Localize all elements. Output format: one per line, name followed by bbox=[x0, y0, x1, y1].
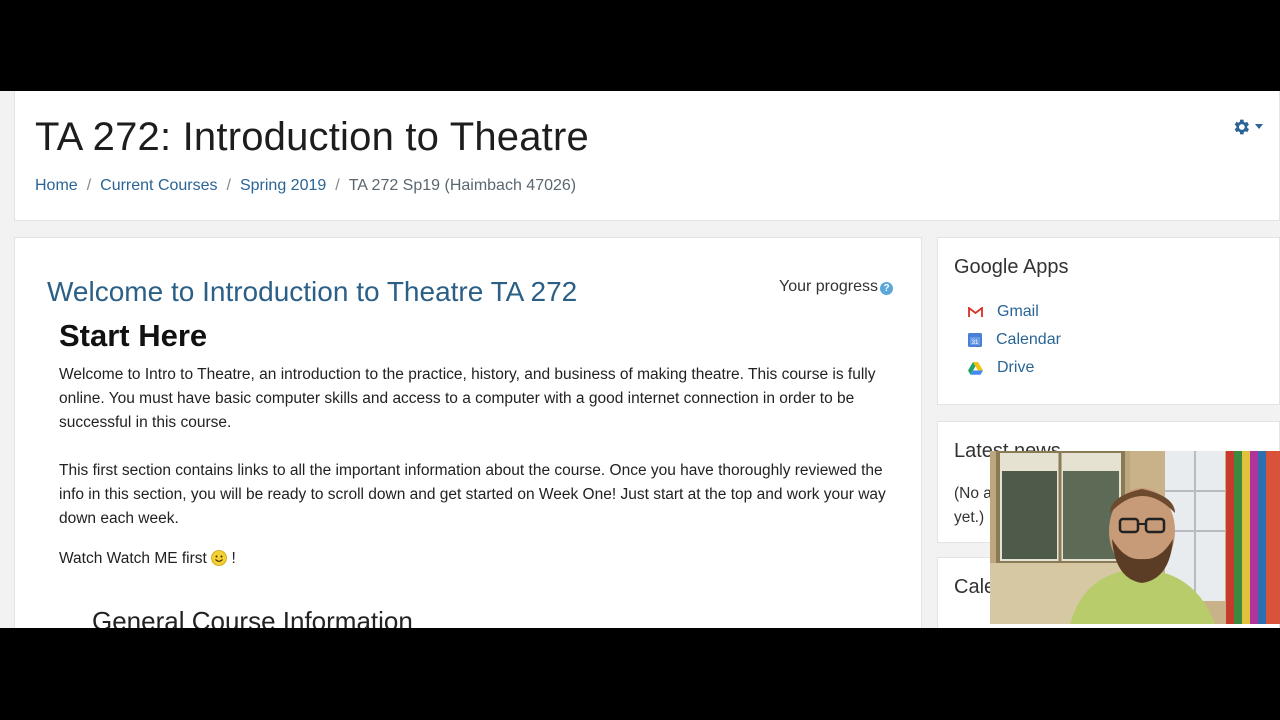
app-drive[interactable]: Drive bbox=[968, 354, 1061, 382]
app-gmail-label: Gmail bbox=[997, 303, 1039, 320]
app-drive-label: Drive bbox=[997, 359, 1035, 376]
course-header: TA 272: Introduction to Theatre Home / Cur… bbox=[14, 91, 1280, 221]
watch-me-line: Watch Watch ME first ! bbox=[59, 547, 904, 571]
google-apps-block: Google Apps Gmail 31 Calendar Drive bbox=[937, 237, 1280, 405]
breadcrumb-current-courses[interactable]: Current Courses bbox=[100, 177, 217, 194]
breadcrumb-separator: / bbox=[335, 177, 340, 194]
welcome-heading: Welcome to Introduction to Theatre TA 27… bbox=[47, 276, 578, 307]
google-apps-list: Gmail 31 Calendar Drive bbox=[968, 298, 1061, 382]
start-here-heading: Start Here bbox=[59, 318, 208, 353]
breadcrumb-separator: / bbox=[86, 177, 92, 194]
breadcrumb-spring-2019[interactable]: Spring 2019 bbox=[240, 177, 326, 194]
watch-me-text: Watch Watch ME first bbox=[59, 550, 207, 567]
course-settings-menu[interactable] bbox=[1231, 117, 1263, 137]
chevron-down-icon bbox=[1255, 124, 1263, 129]
progress-label: Your progress bbox=[779, 278, 879, 295]
gmail-icon bbox=[968, 306, 983, 318]
watch-me-suffix: ! bbox=[227, 550, 236, 567]
app-gmail[interactable]: Gmail bbox=[968, 298, 1061, 326]
app-calendar[interactable]: 31 Calendar bbox=[968, 326, 1061, 354]
webcam-video bbox=[990, 451, 1280, 624]
drive-icon bbox=[968, 361, 983, 375]
help-icon[interactable]: ? bbox=[880, 282, 894, 295]
page-title: TA 272: Introduction to Theatre bbox=[35, 115, 589, 159]
breadcrumb-home[interactable]: Home bbox=[35, 177, 78, 194]
app-calendar-label: Calendar bbox=[996, 331, 1061, 348]
progress-indicator: Your progress ? bbox=[779, 278, 894, 296]
section-info-paragraph: This first section contains links to all… bbox=[59, 462, 886, 527]
intro-paragraph: Welcome to Intro to Theatre, an introduc… bbox=[59, 366, 876, 431]
breadcrumb: Home / Current Courses / Spring 2019 / TA 272 … bbox=[35, 177, 576, 195]
breadcrumb-course[interactable]: TA 272 Sp19 (Haimbach 47026) bbox=[349, 177, 576, 194]
course-content: Welcome to Introduction to Theatre TA 27… bbox=[14, 237, 922, 628]
general-info-heading: General Course Information bbox=[92, 606, 413, 628]
google-apps-title: Google Apps bbox=[954, 256, 1069, 278]
calendar-icon: 31 bbox=[968, 333, 982, 347]
webcam-overlay bbox=[990, 451, 1280, 624]
gear-icon bbox=[1234, 119, 1249, 135]
breadcrumb-separator: / bbox=[226, 177, 231, 194]
svg-text:31: 31 bbox=[972, 340, 979, 346]
smiley-icon bbox=[211, 550, 228, 566]
